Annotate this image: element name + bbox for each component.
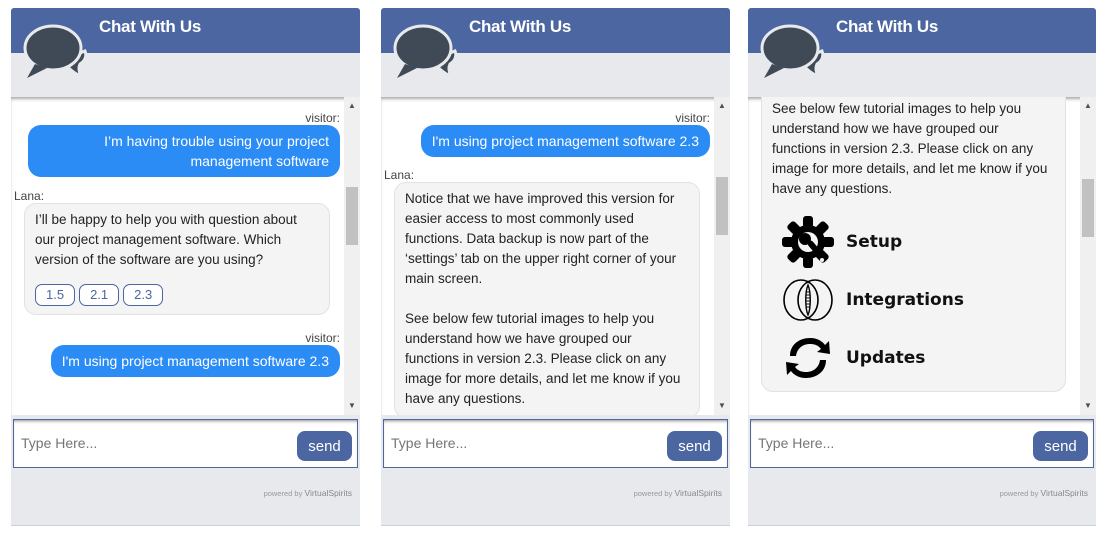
feature-label: Integrations (846, 290, 964, 310)
scroll-up-arrow-icon[interactable]: ▲ (344, 99, 360, 113)
message-list[interactable]: See below few tutorial images to help yo… (748, 97, 1096, 415)
brand-link[interactable]: VirtualSpirits (304, 488, 352, 498)
agent-message: I’ll be happy to help you with question … (24, 203, 330, 315)
powered-by: powered by VirtualSpirits (263, 488, 352, 498)
chat-title: Chat With Us (469, 17, 572, 36)
scroll-thumb[interactable] (716, 177, 728, 235)
agent-message-text: See below few tutorial images to help yo… (772, 101, 1048, 196)
scroll-up-arrow-icon[interactable]: ▲ (1080, 99, 1096, 113)
message-composer: send (383, 419, 728, 468)
sender-label: visitor: (305, 111, 340, 125)
feature-label: Setup (846, 232, 903, 252)
sender-label: visitor: (305, 331, 340, 345)
option-chip[interactable]: 2.3 (123, 284, 164, 306)
brand-link[interactable]: VirtualSpirits (674, 488, 722, 498)
visitor-message: I'm using project management software 2.… (50, 345, 340, 377)
scroll-down-arrow-icon[interactable]: ▼ (714, 399, 730, 413)
option-chip[interactable]: 1.5 (35, 284, 76, 306)
agent-message-text: I’ll be happy to help you with question … (35, 212, 297, 267)
send-button[interactable]: send (667, 431, 722, 461)
chat-widget-1: Chat With Us visitor: I’m having trouble… (11, 8, 360, 526)
message-list[interactable]: visitor: I’m having trouble using your p… (11, 97, 360, 415)
send-button[interactable]: send (297, 431, 352, 461)
agent-message-text: See below few tutorial images to help yo… (405, 311, 681, 406)
chat-widget-3: Chat With Us See below few tutorial imag… (748, 8, 1096, 526)
sender-label: visitor: (675, 111, 710, 125)
message-input[interactable] (389, 434, 639, 452)
message-input[interactable] (756, 434, 1006, 452)
feature-integrations[interactable]: Integrations (772, 271, 1055, 329)
powered-by: powered by VirtualSpirits (999, 488, 1088, 498)
gear-wrench-icon (782, 216, 834, 268)
scrollbar[interactable]: ▲ ▼ (344, 97, 360, 415)
chat-widget-2: Chat With Us visitor: I'm using project … (381, 8, 730, 526)
chat-title: Chat With Us (836, 17, 939, 36)
scrollbar[interactable]: ▲ ▼ (714, 97, 730, 415)
feature-list: Setup Integrations Updates (772, 213, 1055, 387)
visitor-message: I'm using project management software 2.… (420, 125, 710, 157)
message-list[interactable]: visitor: I'm using project management so… (381, 97, 730, 415)
send-button[interactable]: send (1033, 431, 1088, 461)
scroll-down-arrow-icon[interactable]: ▼ (344, 399, 360, 413)
scrollbar[interactable]: ▲ ▼ (1080, 97, 1096, 415)
feature-setup[interactable]: Setup (772, 213, 1055, 271)
chat-bubbles-icon (760, 24, 825, 79)
scroll-thumb[interactable] (346, 187, 358, 245)
integration-circles-icon (783, 279, 833, 321)
agent-message: Notice that we have improved this versio… (394, 182, 700, 415)
refresh-arrows-icon (786, 338, 830, 378)
scroll-down-arrow-icon[interactable]: ▼ (1080, 399, 1096, 413)
feature-label: Updates (846, 348, 926, 368)
visitor-message: I’m having trouble using your project ma… (28, 125, 340, 177)
scroll-up-arrow-icon[interactable]: ▲ (714, 99, 730, 113)
scroll-thumb[interactable] (1082, 179, 1094, 237)
feature-updates[interactable]: Updates (772, 329, 1055, 387)
agent-message: See below few tutorial images to help yo… (761, 97, 1066, 392)
agent-message-text: Notice that we have improved this versio… (405, 191, 677, 286)
option-chip[interactable]: 2.1 (79, 284, 120, 306)
brand-link[interactable]: VirtualSpirits (1040, 488, 1088, 498)
powered-by: powered by VirtualSpirits (633, 488, 722, 498)
chat-bubbles-icon (23, 24, 88, 79)
chat-title: Chat With Us (99, 17, 202, 36)
sender-label: Lana: (384, 168, 415, 182)
message-input[interactable] (19, 434, 269, 452)
chat-bubbles-icon (393, 24, 458, 79)
sender-label: Lana: (14, 189, 45, 203)
version-options: 1.5 2.1 2.3 (35, 284, 319, 306)
message-composer: send (750, 419, 1094, 468)
message-composer: send (13, 419, 358, 468)
